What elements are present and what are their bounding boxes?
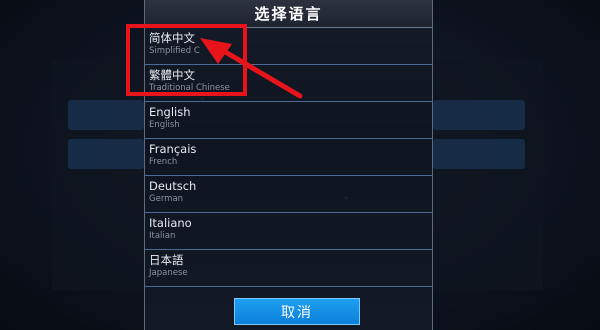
language-english-name: Italian — [149, 231, 176, 241]
language-item-german[interactable]: Deutsch German — [145, 176, 432, 213]
language-english-name: German — [149, 194, 184, 204]
language-native-name: English — [149, 105, 191, 119]
background-button-left-1 — [68, 100, 144, 130]
background-panel-right — [433, 60, 543, 290]
language-native-name: 日本語 — [149, 253, 184, 267]
cancel-button[interactable]: 取消 — [234, 298, 360, 325]
language-item-japanese[interactable]: 日本語 Japanese — [145, 250, 432, 287]
background-button-right-2 — [433, 139, 525, 169]
language-item-english[interactable]: English English — [145, 102, 432, 139]
dialog-title: 选择语言 — [254, 5, 323, 23]
language-item-french[interactable]: Français French — [145, 139, 432, 176]
annotation-highlight-box — [126, 24, 247, 96]
language-native-name: Deutsch — [149, 179, 197, 193]
background-button-right-1 — [433, 100, 525, 130]
language-english-name: Japanese — [149, 268, 188, 278]
background-button-left-2 — [68, 139, 144, 169]
language-english-name: English — [149, 120, 180, 130]
language-native-name: Italiano — [149, 216, 192, 230]
language-native-name: Français — [149, 142, 197, 156]
language-english-name: French — [149, 157, 178, 167]
language-item-italian[interactable]: Italiano Italian — [145, 213, 432, 250]
